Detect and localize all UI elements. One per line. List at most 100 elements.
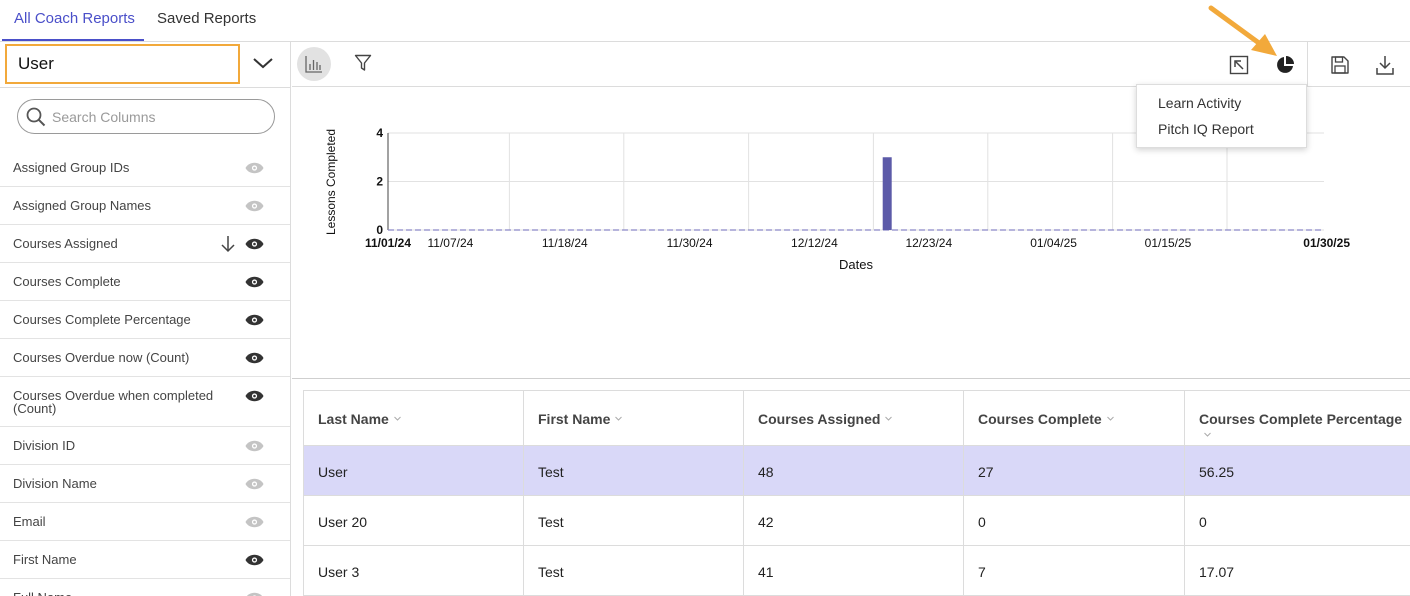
- table-cell-text: 0: [1199, 514, 1207, 530]
- chevron-down-icon[interactable]: [393, 415, 401, 422]
- column-item[interactable]: Courses Complete: [0, 263, 290, 301]
- eye-icon[interactable]: [245, 276, 264, 288]
- table-header-cell[interactable]: Last Name: [304, 391, 524, 445]
- chart-divider: [292, 378, 1410, 379]
- table-cell-text: Test: [538, 514, 564, 530]
- column-item[interactable]: Division Name: [0, 465, 290, 503]
- chart-view-button[interactable]: [297, 47, 331, 81]
- column-item-label: Courses Complete: [13, 274, 121, 289]
- eye-icon[interactable]: [245, 554, 264, 566]
- table-row[interactable]: User 3 Test 41 7 17.07: [304, 546, 1410, 596]
- tab-saved-reports[interactable]: Saved Reports: [157, 0, 267, 41]
- table-header-cell[interactable]: First Name: [524, 391, 744, 445]
- column-item-label: First Name: [13, 552, 77, 567]
- header-text: First Name: [538, 411, 611, 427]
- column-item-label: Courses Assigned: [13, 236, 118, 251]
- table-cell: User 20: [304, 496, 524, 545]
- divider: [0, 87, 291, 88]
- filter-icon: [354, 54, 372, 71]
- table-cell: Test: [524, 496, 744, 545]
- x-tick-label: 11/01/24: [365, 236, 411, 250]
- eye-hidden-icon[interactable]: [245, 478, 264, 490]
- search-icon: [26, 107, 46, 127]
- table-header-label: First Name: [538, 411, 623, 427]
- eye-icon[interactable]: [245, 314, 264, 326]
- menu-item-learn-activity[interactable]: Learn Activity: [1158, 95, 1241, 111]
- table-cell: 7: [964, 546, 1185, 595]
- sort-descending-icon[interactable]: [220, 235, 236, 253]
- table-cell: 0: [964, 496, 1185, 545]
- eye-icon[interactable]: [245, 390, 264, 402]
- table-cell: User 3: [304, 546, 524, 595]
- bar-chart-icon: [305, 56, 322, 73]
- column-item[interactable]: Courses Overdue when completed (Count): [0, 377, 290, 427]
- table-row[interactable]: User 20 Test 42 0 0: [304, 496, 1410, 546]
- chevron-down-icon[interactable]: [885, 415, 893, 422]
- header-text: Last Name: [318, 411, 389, 427]
- eye-hidden-icon[interactable]: [245, 162, 264, 174]
- menu-item-pitch-iq-report[interactable]: Pitch IQ Report: [1158, 121, 1254, 137]
- eye-icon[interactable]: [245, 352, 264, 364]
- column-item[interactable]: Courses Complete Percentage: [0, 301, 290, 339]
- search-box[interactable]: [17, 99, 275, 134]
- eye-hidden-icon[interactable]: [245, 440, 264, 452]
- table-header-cell[interactable]: Courses Complete Percentage: [1185, 391, 1410, 445]
- chevron-down-icon[interactable]: [252, 56, 274, 70]
- chevron-down-icon[interactable]: [615, 415, 623, 422]
- table-cell-text: User: [318, 464, 348, 480]
- table-header-row: Last Name First Name Courses Assigned Cours…: [304, 391, 1410, 446]
- table-row[interactable]: User Test 48 27 56.25: [304, 446, 1410, 496]
- column-item[interactable]: Division ID: [0, 427, 290, 465]
- column-item-label: Courses Complete Percentage: [13, 312, 191, 327]
- column-sidebar: User Assigned Group IDs Assigned Group Na…: [0, 42, 291, 596]
- x-tick-label: 11/07/24: [427, 236, 473, 250]
- table-header-cell[interactable]: Courses Assigned: [744, 391, 964, 445]
- table-cell: User: [304, 446, 524, 495]
- table-header-cell[interactable]: Courses Complete: [964, 391, 1185, 445]
- column-item-label: Courses Overdue now (Count): [13, 350, 190, 365]
- table-cell: 42: [744, 496, 964, 545]
- table-header-label: Last Name: [318, 411, 401, 427]
- table-cell: Test: [524, 446, 744, 495]
- column-item[interactable]: First Name: [0, 541, 290, 579]
- column-item[interactable]: Full Name: [0, 579, 290, 596]
- table-cell-text: User 3: [318, 564, 360, 580]
- table-cell-text: 41: [758, 564, 774, 580]
- y-tick-label: 0: [376, 223, 383, 237]
- column-item[interactable]: Assigned Group Names: [0, 187, 290, 225]
- x-tick-label: 01/15/25: [1145, 236, 1192, 250]
- table-cell-text: 48: [758, 464, 774, 480]
- column-item[interactable]: Assigned Group IDs: [0, 149, 290, 187]
- column-item-label: Email: [13, 514, 46, 529]
- eye-hidden-icon[interactable]: [245, 200, 264, 212]
- table-cell-text: 17.07: [1199, 564, 1235, 580]
- table-cell-text: 7: [978, 564, 986, 580]
- column-item-label: Division Name: [13, 476, 97, 491]
- x-tick-label: 12/23/24: [905, 236, 952, 250]
- tab-all-coach-reports[interactable]: All Coach Reports: [2, 0, 144, 41]
- chevron-down-icon[interactable]: [1204, 431, 1211, 438]
- entity-select[interactable]: User: [5, 44, 240, 84]
- y-tick-label: 4: [376, 126, 383, 140]
- eye-hidden-icon[interactable]: [245, 592, 264, 596]
- table-cell: 17.07: [1185, 546, 1410, 595]
- filter-button[interactable]: [354, 54, 372, 77]
- table-header-label: Courses Assigned: [758, 411, 893, 427]
- search-columns-input[interactable]: [52, 106, 262, 128]
- chart-bar[interactable]: [882, 157, 892, 230]
- download-icon: [1376, 56, 1394, 75]
- column-item[interactable]: Courses Assigned: [0, 225, 290, 263]
- chevron-down-icon[interactable]: [1106, 415, 1114, 422]
- x-tick-label: 12/12/24: [791, 236, 838, 250]
- eye-hidden-icon[interactable]: [245, 516, 264, 528]
- table-cell-text: Test: [538, 464, 564, 480]
- column-item[interactable]: Courses Overdue now (Count): [0, 339, 290, 377]
- table-cell: 27: [964, 446, 1185, 495]
- table-cell: 41: [744, 546, 964, 595]
- column-item-label: Full Name: [13, 591, 228, 596]
- save-report-button[interactable]: [1330, 55, 1350, 80]
- eye-icon[interactable]: [245, 238, 264, 250]
- column-item[interactable]: Email: [0, 503, 290, 541]
- y-tick-label: 2: [376, 175, 383, 189]
- download-button[interactable]: [1375, 54, 1395, 81]
